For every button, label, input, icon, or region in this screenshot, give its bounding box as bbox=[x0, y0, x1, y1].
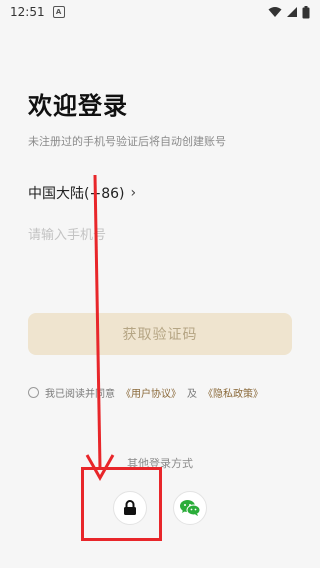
annotation-highlight-box bbox=[81, 467, 162, 541]
